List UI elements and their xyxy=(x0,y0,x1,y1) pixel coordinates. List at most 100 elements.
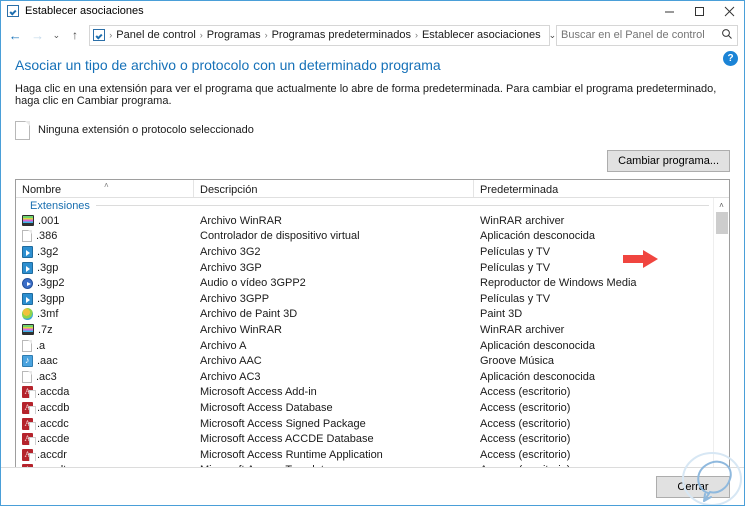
cell-nombre: .001 xyxy=(22,215,200,227)
table-row[interactable]: .386 Controlador de dispositivo virtual Ap… xyxy=(16,229,713,245)
cell-descripcion: Microsoft Access ACCDE Database xyxy=(200,433,374,446)
rar-file-icon xyxy=(22,324,34,336)
table-row[interactable]: .accda Microsoft Access Add-in Access (esc… xyxy=(16,385,713,401)
aac-file-icon xyxy=(22,355,33,368)
cell-predeterminada: Películas y TV xyxy=(480,261,551,274)
cell-descripcion: Microsoft Access Add-in xyxy=(200,386,317,399)
extension-name: .a xyxy=(36,339,46,352)
vertical-scrollbar[interactable]: ˄ ˅ xyxy=(713,198,730,505)
extension-name: .3gp2 xyxy=(37,277,65,290)
access-file-icon xyxy=(22,401,36,414)
search-box[interactable] xyxy=(556,24,739,46)
group-header-extensiones[interactable]: Extensiones xyxy=(16,198,713,213)
page-description: Haga clic en una extensión para ver el p… xyxy=(15,83,717,107)
page-title: Asociar un tipo de archivo o protocolo c… xyxy=(15,57,441,73)
cell-nombre: .3mf xyxy=(22,308,200,321)
document-icon xyxy=(15,120,30,140)
cell-descripcion: Archivo 3G2 xyxy=(200,245,261,258)
cell-predeterminada: Access (escritorio) xyxy=(480,386,571,399)
cell-predeterminada: Películas y TV xyxy=(480,245,551,258)
cell-descripcion: Archivo de Paint 3D xyxy=(200,308,298,321)
table-row[interactable]: .accdc Microsoft Access Signed Package Acc… xyxy=(16,416,713,432)
column-header-descripcion-label: Descripción xyxy=(200,183,258,196)
cell-predeterminada: Aplicación desconocida xyxy=(480,339,595,352)
cell-nombre: .386 xyxy=(22,230,200,243)
cell-nombre: .accdr xyxy=(22,448,200,461)
extension-name: .accdb xyxy=(37,401,70,414)
selection-info: Ninguna extensión o protocolo selecciona… xyxy=(15,118,730,142)
window-controls xyxy=(654,1,744,22)
breadcrumb-item-programas[interactable]: Programas xyxy=(204,29,264,41)
cell-predeterminada: Groove Música xyxy=(480,355,554,368)
table-row[interactable]: .3mf Archivo de Paint 3D Paint 3D xyxy=(16,307,713,323)
breadcrumb-item-panel-de-control[interactable]: Panel de control xyxy=(113,29,199,41)
table-row[interactable]: .accdr Microsoft Access Runtime Applicati… xyxy=(16,447,713,463)
search-icon[interactable] xyxy=(721,28,733,43)
column-header-nombre[interactable]: Nombre ˄ xyxy=(16,180,194,197)
window-title: Establecer asociaciones xyxy=(25,5,144,17)
extension-name: .accde xyxy=(37,433,70,446)
cell-nombre: .accdc xyxy=(22,417,200,430)
close-icon[interactable] xyxy=(714,1,744,22)
cell-nombre: .accdb xyxy=(22,401,200,414)
action-row: Cambiar programa... xyxy=(15,148,730,268)
cell-predeterminada: Películas y TV xyxy=(480,292,551,305)
table-row[interactable]: .accde Microsoft Access ACCDE Database Acc… xyxy=(16,431,713,447)
extension-name: .7z xyxy=(38,323,53,336)
cell-nombre: .7z xyxy=(22,324,200,336)
column-header-nombre-label: Nombre xyxy=(22,183,62,196)
group-header-label: Extensiones xyxy=(30,199,90,212)
cell-predeterminada: Access (escritorio) xyxy=(480,417,571,430)
minimize-icon[interactable] xyxy=(654,1,684,22)
breadcrumb-item-establecer-asociaciones[interactable]: Establecer asociaciones xyxy=(419,29,544,41)
cell-descripcion: Archivo A xyxy=(200,339,247,352)
table-row[interactable]: .7z Archivo WinRAR WinRAR archiver xyxy=(16,322,713,338)
cell-nombre: .ac3 xyxy=(22,370,200,383)
table-row[interactable]: .accdb Microsoft Access Database Access (e… xyxy=(16,400,713,416)
extension-name: .accdr xyxy=(37,448,67,461)
blank-file-icon xyxy=(22,370,32,383)
cell-predeterminada: WinRAR archiver xyxy=(480,214,565,227)
breadcrumb-item-programas-predeterminados[interactable]: Programas predeterminados xyxy=(269,29,414,41)
cell-descripcion: Archivo 3GPP xyxy=(200,292,270,305)
media-file-icon xyxy=(22,245,33,258)
cell-nombre: .3gpp xyxy=(22,292,200,305)
column-header-predeterminada[interactable]: Predeterminada xyxy=(474,180,729,197)
media-file-icon xyxy=(22,292,33,305)
breadcrumb[interactable]: › Panel de control › Programas › Program… xyxy=(89,24,577,46)
close-button[interactable]: Cerrar xyxy=(656,475,730,498)
table-row[interactable]: .a Archivo A Aplicación desconocida xyxy=(16,338,713,354)
rar-file-icon xyxy=(22,215,34,227)
cell-predeterminada: Paint 3D xyxy=(480,308,523,321)
cell-predeterminada: Aplicación desconocida xyxy=(480,370,595,383)
extensions-table: Nombre ˄ Descripción Predeterminada Exte… xyxy=(15,179,730,505)
cell-nombre: .3gp xyxy=(22,261,200,274)
table-row[interactable]: .3gp Archivo 3GP Películas y TV xyxy=(16,260,713,276)
cell-descripcion: Archivo WinRAR xyxy=(200,214,282,227)
scrollbar-thumb[interactable] xyxy=(715,212,728,234)
cell-predeterminada: Access (escritorio) xyxy=(480,433,571,446)
scrollbar-track[interactable] xyxy=(714,234,730,505)
cell-nombre: .a xyxy=(22,339,200,352)
table-row[interactable]: .ac3 Archivo AC3 Aplicación desconocida xyxy=(16,369,713,385)
access-file-icon xyxy=(22,386,36,399)
access-file-icon xyxy=(22,448,36,461)
scroll-up-arrow-icon[interactable]: ˄ xyxy=(714,198,730,212)
maximize-icon[interactable] xyxy=(684,1,714,22)
dialog-footer: Cerrar xyxy=(1,452,744,505)
change-program-button[interactable]: Cambiar programa... xyxy=(607,149,730,172)
table-row[interactable]: .3gpp Archivo 3GPP Películas y TV xyxy=(16,291,713,307)
table-row[interactable]: .3gp2 Audio o vídeo 3GPP2 Reproductor de W… xyxy=(16,275,713,291)
extension-name: .001 xyxy=(38,214,60,227)
recent-locations-button[interactable]: ⌄ xyxy=(50,24,63,46)
table-row[interactable]: .001 Archivo WinRAR WinRAR archiver xyxy=(16,213,713,229)
column-header-descripcion[interactable]: Descripción xyxy=(194,180,474,197)
search-input[interactable] xyxy=(561,29,722,41)
up-button[interactable]: ↑ xyxy=(65,24,85,46)
table-body: Extensiones .001 Archivo WinRAR WinRAR arc… xyxy=(16,198,713,505)
back-button[interactable]: ← xyxy=(5,24,25,46)
sort-ascending-icon: ˄ xyxy=(104,181,109,190)
table-row[interactable]: .3g2 Archivo 3G2 Películas y TV xyxy=(16,244,713,260)
cell-nombre: .3g2 xyxy=(22,245,200,258)
table-row[interactable]: .aac Archivo AAC Groove Música xyxy=(16,353,713,369)
